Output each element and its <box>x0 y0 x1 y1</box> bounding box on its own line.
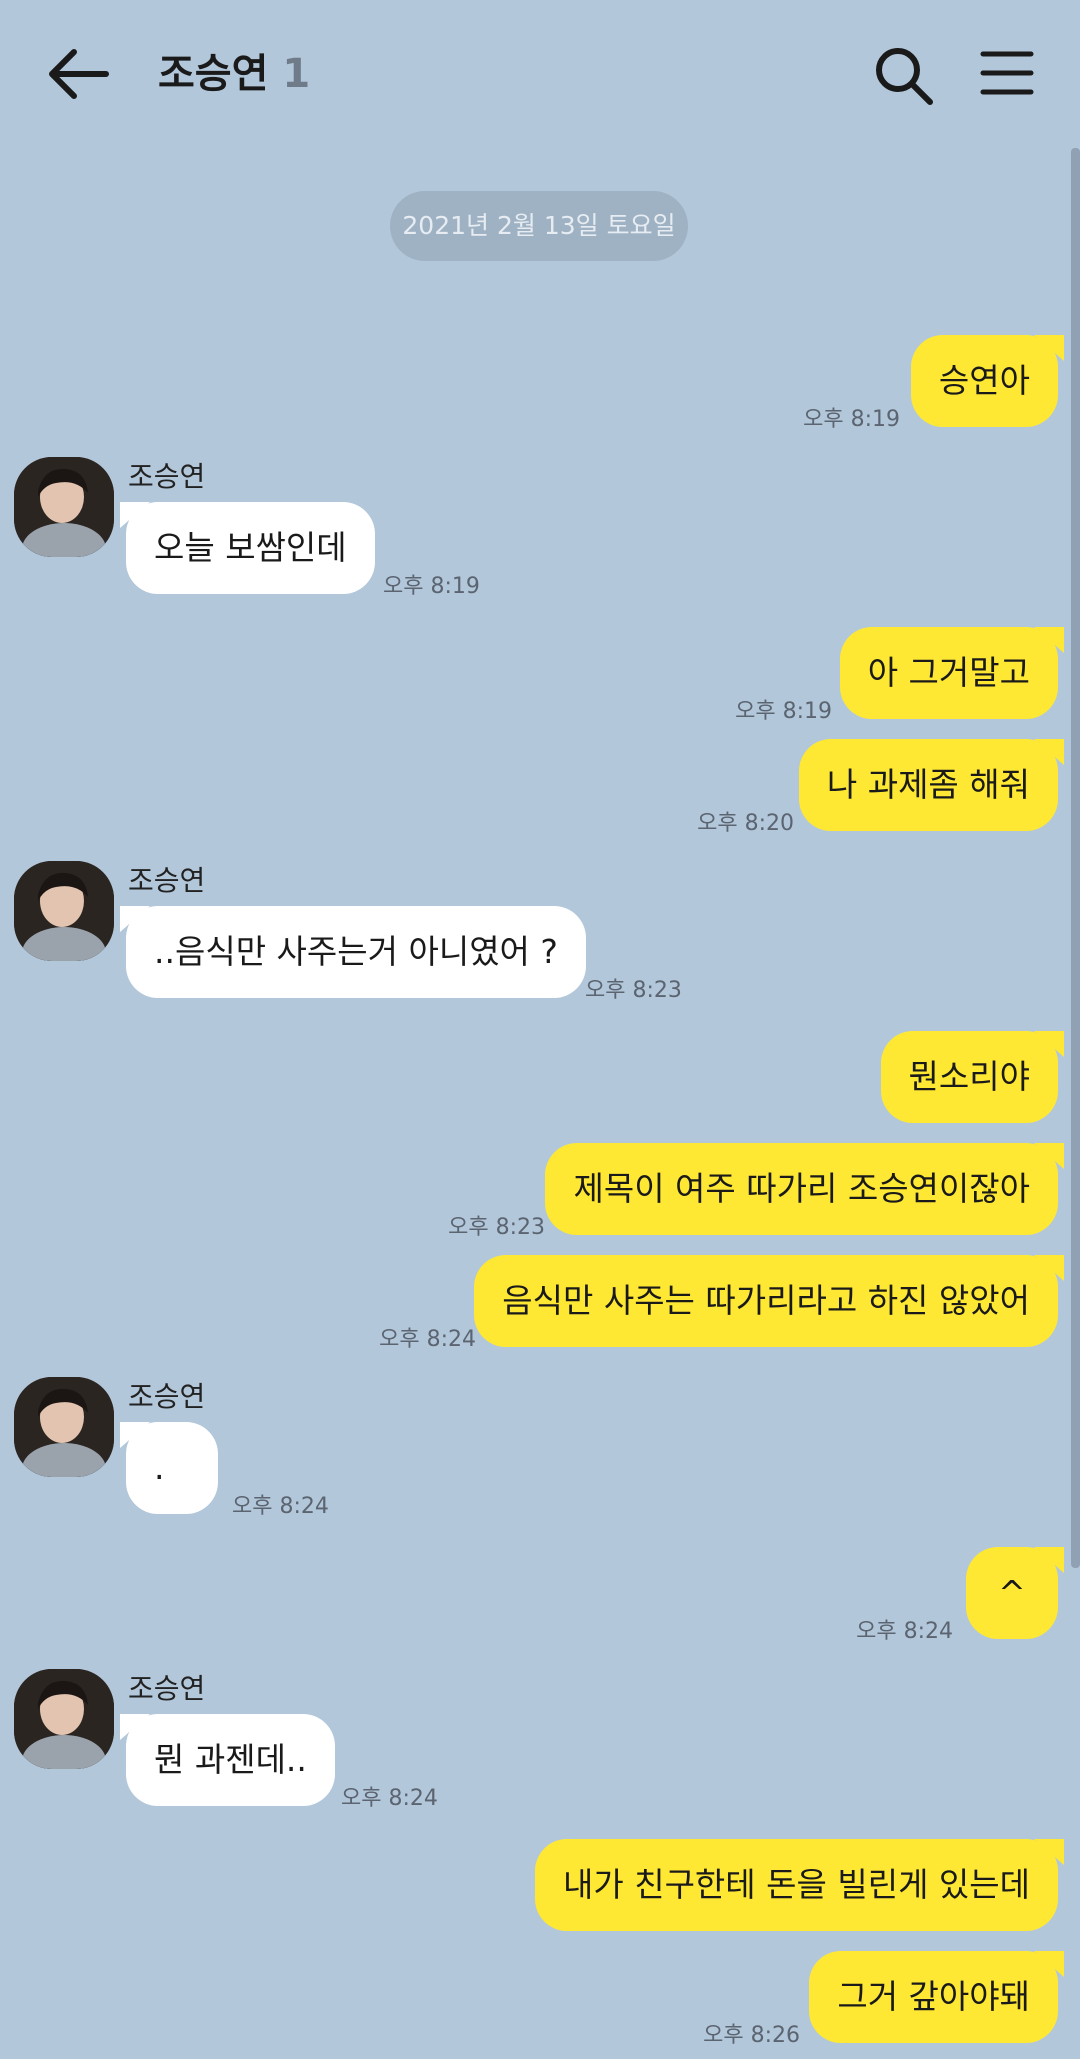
my-message-bubble[interactable]: 제목이 여주 따가리 조승연이잖아 <box>545 1143 1064 1235</box>
message-time: 오후 8:24 <box>232 1494 329 1519</box>
message-time: 오후 8:23 <box>448 1215 545 1240</box>
message-time: 오후 8:19 <box>383 574 480 599</box>
their-message-bubble[interactable]: ..음식만 사주는거 아니였어 ? <box>120 906 586 998</box>
message-time: 오후 8:20 <box>697 811 794 836</box>
date-divider: 2021년 2월 13일 토요일 <box>390 191 688 261</box>
my-message-bubble[interactable]: 음식만 사주는 따가리라고 하진 않았어 <box>474 1255 1064 1347</box>
avatar[interactable] <box>14 1377 114 1477</box>
sender-name: 조승연 <box>128 1380 206 1413</box>
message-time: 오후 8:19 <box>803 407 900 432</box>
their-message-bubble[interactable]: . <box>120 1422 218 1514</box>
my-message-bubble[interactable]: 아 그거말고 <box>839 627 1065 719</box>
sender-name: 조승연 <box>128 460 206 493</box>
message-time: 오후 8:24 <box>341 1786 438 1811</box>
avatar[interactable] <box>14 861 114 961</box>
avatar[interactable] <box>14 1669 114 1769</box>
message-time: 오후 8:23 <box>585 978 682 1003</box>
my-message-bubble[interactable]: 나 과제좀 해줘 <box>798 739 1065 831</box>
message-time: 오후 8:26 <box>703 2023 800 2048</box>
profile-photo <box>14 457 114 557</box>
profile-photo <box>14 861 114 961</box>
chat-title-name: 조승연 <box>158 51 269 97</box>
profile-photo <box>14 1669 114 1769</box>
sender-name: 조승연 <box>128 864 206 897</box>
menu-icon[interactable] <box>980 48 1034 98</box>
scrollbar[interactable] <box>1071 148 1080 1568</box>
message-time: 오후 8:19 <box>735 699 832 724</box>
message-time: 오후 8:24 <box>379 1327 476 1352</box>
sender-name: 조승연 <box>128 1672 206 1705</box>
my-message-bubble[interactable]: 승연아 <box>910 335 1065 427</box>
avatar[interactable] <box>14 457 114 557</box>
their-message-bubble[interactable]: 뭔 과젠데.. <box>120 1714 335 1806</box>
my-message-bubble[interactable]: ^ <box>966 1547 1064 1639</box>
member-count: 1 <box>282 51 311 97</box>
my-message-bubble[interactable]: 그거 갚아야돼 <box>809 1951 1064 2043</box>
back-arrow-icon[interactable] <box>44 44 112 104</box>
message-time: 오후 8:24 <box>856 1619 953 1644</box>
my-message-bubble[interactable]: 뭔소리야 <box>880 1031 1065 1123</box>
profile-photo <box>14 1377 114 1477</box>
chat-title: 조승연 1 <box>158 46 310 102</box>
chat-header: 조승연 1 <box>0 0 1080 148</box>
search-icon[interactable] <box>872 44 936 108</box>
their-message-bubble[interactable]: 오늘 보쌈인데 <box>120 502 375 594</box>
my-message-bubble[interactable]: 내가 친구한테 돈을 빌린게 있는데 <box>535 1839 1064 1931</box>
